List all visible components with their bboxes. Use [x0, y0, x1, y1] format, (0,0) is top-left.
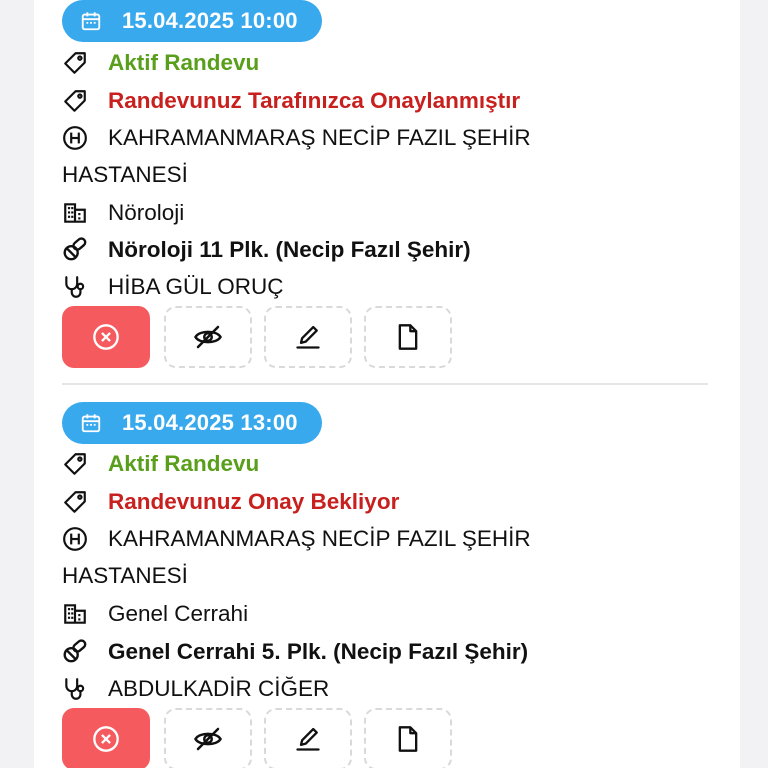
appointment-datetime: 15.04.2025 13:00: [122, 410, 298, 435]
calendar-icon: [81, 414, 101, 433]
building-icon: [64, 604, 86, 624]
hospital-name-line2: HASTANESİ: [62, 563, 188, 588]
appointment-datetime: 15.04.2025 10:00: [122, 8, 298, 33]
document-button[interactable]: [364, 708, 452, 768]
building-icon: [64, 203, 86, 223]
tag-icon: [64, 52, 86, 74]
hide-icon: [194, 325, 222, 349]
approval-status: Randevunuz Onay Bekliyor: [108, 489, 400, 514]
pills-icon: [63, 639, 87, 663]
appointment-status: Aktif Randevu: [108, 50, 260, 75]
tag-icon: [64, 453, 86, 475]
appointment-actions: [62, 306, 482, 370]
appointment-date-badge: 15.04.2025 13:00: [62, 402, 322, 444]
hospital-name-line2: HASTANESİ: [62, 162, 188, 187]
edit-appointment-button[interactable]: [264, 306, 352, 368]
cancel-icon: [93, 726, 119, 752]
hospital-name-line1: KAHRAMANMARAŞ NECİP FAZIL ŞEHİR: [108, 125, 531, 150]
hide-appointment-button[interactable]: [164, 306, 252, 368]
cancel-appointment-button[interactable]: [62, 708, 150, 768]
hospital-icon: [63, 527, 87, 551]
hide-icon: [194, 727, 222, 751]
appointment-actions: [62, 708, 482, 768]
hospital-name-line1: KAHRAMANMARAŞ NECİP FAZIL ŞEHİR: [108, 526, 531, 551]
tag-icon: [64, 491, 86, 513]
appointment-date-badge: 15.04.2025 10:00: [62, 0, 322, 42]
edit-icon: [296, 727, 320, 751]
clinic-name: Genel Cerrahi 5. Plk. (Necip Fazıl Şehir…: [108, 639, 529, 664]
doctor-name: HİBA GÜL ORUÇ: [108, 274, 284, 299]
appointments-list: 15.04.2025 10:00 Aktif Randevu Randevunu…: [34, 0, 740, 768]
card-divider: [62, 383, 708, 385]
hide-appointment-button[interactable]: [164, 708, 252, 768]
document-icon: [398, 726, 418, 752]
edit-appointment-button[interactable]: [264, 708, 352, 768]
department-name: Nöroloji: [108, 200, 185, 225]
clinic-name: Nöroloji 11 Plk. (Necip Fazıl Şehir): [108, 237, 471, 262]
cancel-appointment-button[interactable]: [62, 306, 150, 368]
hospital-icon: [63, 126, 87, 150]
calendar-icon: [81, 12, 101, 31]
appointment-status: Aktif Randevu: [108, 451, 260, 476]
department-name: Genel Cerrahi: [108, 601, 249, 626]
document-button[interactable]: [364, 306, 452, 368]
stethoscope-icon: [65, 276, 85, 298]
doctor-name: ABDULKADİR CİĞER: [108, 676, 330, 701]
cancel-icon: [93, 324, 119, 350]
pills-icon: [63, 237, 87, 261]
approval-status: Randevunuz Tarafınızca Onaylanmıştır: [108, 88, 521, 113]
tag-icon: [64, 90, 86, 112]
stethoscope-icon: [65, 678, 85, 700]
document-icon: [398, 324, 418, 350]
edit-icon: [296, 325, 320, 349]
